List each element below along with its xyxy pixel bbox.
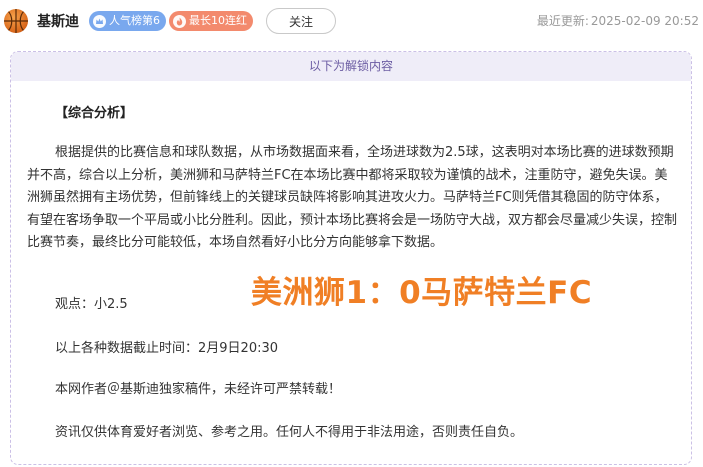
viewpoint-line: 观点：小2.5: [55, 297, 128, 312]
copyright-line: 本网作者＠基斯迪独家稿件，未经许可严禁转载！: [55, 382, 342, 397]
unlock-notice: 以下为解锁内容: [11, 52, 691, 81]
flame-icon: [173, 14, 186, 28]
popularity-badge: 人气榜第6: [89, 11, 166, 31]
basketball-lines: [4, 9, 28, 33]
streak-badge: 最长10连红: [169, 11, 253, 31]
author-bar: 基斯迪 人气榜第6 最长10连红 关注 最近更新: 2025-02-09 20:5…: [0, 0, 703, 44]
author-name[interactable]: 基斯迪: [37, 12, 79, 32]
follow-button[interactable]: 关注: [266, 8, 336, 34]
analysis-paragraph: 根据提供的比赛信息和球队数据，从市场数据面来看，全场进球数为2.5球，这表明对本…: [27, 145, 678, 250]
basketball-avatar-icon[interactable]: [4, 9, 28, 33]
unlocked-content-box: 以下为解锁内容 【综合分析】 根据提供的比赛信息和球队数据，从市场数据面来看，全…: [10, 51, 692, 465]
last-updated-time: 2025-02-09 20:52: [590, 14, 699, 28]
score-prediction-overlay: 美洲狮1：0马萨特兰FC: [251, 275, 593, 311]
last-updated: 最近更新: 2025-02-09 20:52: [535, 13, 699, 29]
popularity-badge-label: 人气榜第6: [109, 14, 160, 27]
crown-icon: [93, 14, 106, 28]
section-title: 【综合分析】: [55, 106, 134, 121]
disclaimer-line: 资讯仅供体育爱好者浏览、参考之用。任何人不得用于非法用途，否则责任自负。: [55, 425, 524, 440]
last-updated-label: 最近更新:: [536, 14, 589, 28]
data-cutoff-line: 以上各种数据截止时间：2月9日20:30: [55, 341, 279, 356]
streak-badge-label: 最长10连红: [189, 14, 247, 27]
